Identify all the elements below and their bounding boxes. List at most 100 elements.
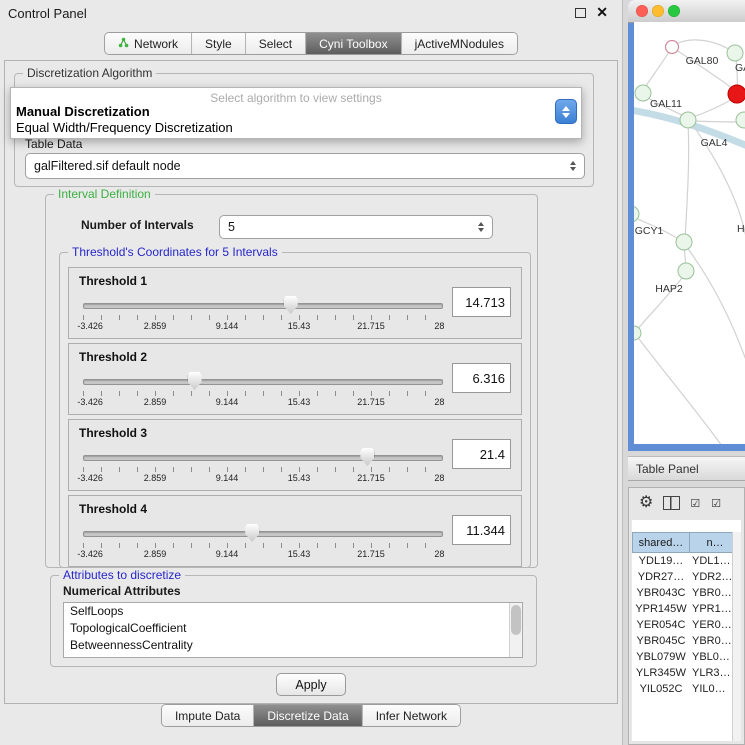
cell[interactable]: YBR0… — [690, 585, 733, 601]
network-node[interactable] — [634, 326, 641, 340]
menu-item-manual-discretization[interactable]: Manual Discretization — [16, 104, 150, 119]
column-header-shared-name[interactable]: shared… — [632, 532, 690, 553]
tab-network[interactable]: Network — [105, 33, 191, 54]
network-node[interactable] — [676, 234, 692, 250]
select-all-icon[interactable]: ☑ — [690, 497, 701, 510]
cell[interactable]: YBR0… — [690, 633, 733, 649]
scrollbar-thumb[interactable] — [511, 605, 521, 635]
tab-label: Network — [134, 37, 178, 51]
network-node[interactable] — [635, 85, 651, 101]
table-row[interactable]: YBR043CYBR0… — [632, 585, 733, 601]
zoom-traffic-light[interactable] — [668, 5, 680, 17]
cell[interactable]: YBR045C — [632, 633, 690, 649]
table-row[interactable]: YPR145WYPR1… — [632, 601, 733, 617]
threshold-slider[interactable]: -3.426 2.859 9.144 15.43 21.715 28 — [83, 522, 443, 562]
cell[interactable]: YPR145W — [632, 601, 690, 617]
list-item[interactable]: SelfLoops — [64, 603, 522, 620]
table-row[interactable]: YIL052CYIL0… — [632, 681, 733, 697]
network-window-titlebar[interactable] — [628, 0, 745, 23]
gear-icon[interactable]: ⚙ — [639, 495, 653, 511]
node-label-gal4: GAL4 — [701, 137, 728, 149]
tab-impute-data[interactable]: Impute Data — [162, 705, 253, 726]
node-label-gal11: GAL11 — [650, 98, 682, 110]
combo-stepper-icon[interactable] — [474, 222, 488, 232]
cell[interactable]: YDL19… — [632, 553, 690, 569]
tab-label: Style — [205, 37, 232, 51]
slider-track[interactable] — [83, 531, 443, 537]
slider-thumb[interactable] — [188, 372, 202, 390]
tab-discretize-data[interactable]: Discretize Data — [253, 705, 361, 726]
cell[interactable]: YIL052C — [632, 681, 690, 697]
network-node[interactable] — [736, 112, 745, 128]
apply-button[interactable]: Apply — [276, 673, 346, 696]
threshold-value-field[interactable]: 11.344 — [452, 515, 511, 545]
network-node-selected-red[interactable] — [728, 85, 745, 103]
slider-thumb[interactable] — [284, 296, 298, 314]
tab-cyni-toolbox[interactable]: Cyni Toolbox — [305, 33, 400, 54]
cell[interactable]: YER0… — [690, 617, 733, 633]
table-data-combobox[interactable]: galFiltered.sif default node — [25, 153, 585, 179]
table-row[interactable]: YER054CYER0… — [632, 617, 733, 633]
columns-icon[interactable] — [663, 496, 680, 510]
scale-label: 21.715 — [357, 321, 385, 331]
list-item[interactable]: BetweennessCentrality — [64, 637, 522, 654]
table-row[interactable]: YDR27…YDR2… — [632, 569, 733, 585]
threshold-value-field[interactable]: 6.316 — [452, 363, 511, 393]
cell[interactable]: YBL079W — [632, 649, 690, 665]
threshold-value-field[interactable]: 14.713 — [452, 287, 511, 317]
cell[interactable]: YDR2… — [690, 569, 733, 585]
cell[interactable]: YPR1… — [690, 601, 733, 617]
tab-label: Cyni Toolbox — [319, 37, 387, 51]
network-node[interactable] — [666, 41, 679, 54]
cell[interactable]: YDR27… — [632, 569, 690, 585]
tab-infer-network[interactable]: Infer Network — [362, 705, 460, 726]
list-item[interactable]: TopologicalCoefficient — [64, 620, 522, 637]
network-node[interactable] — [680, 112, 696, 128]
close-traffic-light[interactable] — [636, 5, 648, 17]
slider-track[interactable] — [83, 303, 443, 309]
numerical-attributes-list[interactable]: SelfLoops TopologicalCoefficient Between… — [63, 602, 523, 658]
tab-select[interactable]: Select — [245, 33, 305, 54]
cell[interactable]: YLR345W — [632, 665, 690, 681]
menu-item-equal-width-frequency[interactable]: Equal Width/Frequency Discretization — [16, 120, 233, 135]
number-of-intervals-combobox[interactable]: 5 — [219, 215, 493, 239]
table-scrollbar[interactable] — [732, 532, 741, 741]
slider-thumb[interactable] — [360, 448, 374, 466]
network-canvas[interactable]: GAL80 GA GAL11 GAL4 GCY1 H HAP2 — [634, 22, 745, 444]
minimize-traffic-light[interactable] — [652, 5, 664, 17]
network-node[interactable] — [727, 45, 743, 61]
select-columns-icon[interactable]: ☑ — [711, 497, 722, 510]
cell[interactable]: YIL0… — [690, 681, 733, 697]
threshold-value-field[interactable]: 21.4 — [452, 439, 511, 469]
control-panel-titlebar[interactable]: Control Panel ✕ — [0, 0, 622, 26]
node-label-hap2: HAP2 — [655, 283, 683, 295]
tab-jactivemnodules[interactable]: jActiveMNodules — [401, 33, 517, 54]
slider-track[interactable] — [83, 455, 443, 461]
slider-thumb[interactable] — [245, 524, 259, 542]
control-panel-window: Control Panel ✕ Network Style Select Cyn… — [0, 0, 623, 745]
threshold-slider[interactable]: -3.426 2.859 9.144 15.43 21.715 28 — [83, 370, 443, 410]
threshold-slider[interactable]: -3.426 2.859 9.144 15.43 21.715 28 — [83, 446, 443, 486]
table-row[interactable]: YDL19…YDL1… — [632, 553, 733, 569]
network-node[interactable] — [678, 263, 694, 279]
scale-label: 15.43 — [288, 473, 311, 483]
cell[interactable]: YLR3… — [690, 665, 733, 681]
close-button[interactable]: ✕ — [596, 4, 608, 21]
algorithm-combo-stepper[interactable] — [555, 99, 577, 124]
cell[interactable]: YBL0… — [690, 649, 733, 665]
combo-stepper-icon[interactable] — [566, 161, 580, 171]
float-button[interactable] — [575, 8, 586, 18]
table-panel-header[interactable]: Table Panel — [628, 456, 745, 481]
table-row[interactable]: YBL079WYBL0… — [632, 649, 733, 665]
table-row[interactable]: YBR045CYBR0… — [632, 633, 733, 649]
table-row[interactable]: YLR345WYLR3… — [632, 665, 733, 681]
list-scrollbar[interactable] — [509, 603, 522, 657]
tab-style[interactable]: Style — [191, 33, 245, 54]
cell[interactable]: YDL1… — [690, 553, 733, 569]
threshold-slider[interactable]: -3.426 2.859 9.144 15.43 21.715 28 — [83, 294, 443, 334]
cell[interactable]: YER054C — [632, 617, 690, 633]
slider-ticks — [83, 467, 443, 472]
node-label-gal80: GAL80 — [686, 55, 719, 67]
cell[interactable]: YBR043C — [632, 585, 690, 601]
slider-track[interactable] — [83, 379, 443, 385]
